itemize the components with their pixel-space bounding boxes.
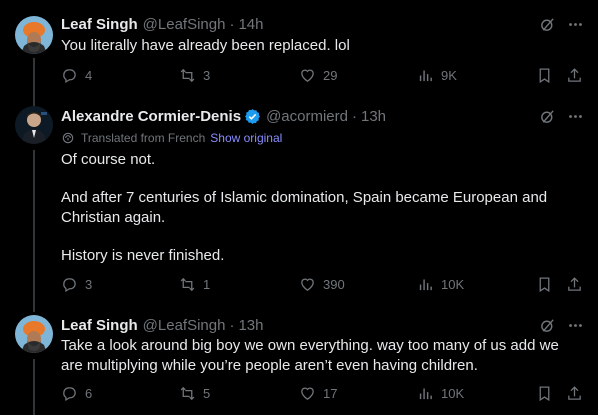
like-count: 17: [323, 386, 338, 401]
like-count: 29: [323, 68, 338, 83]
reply-count: 6: [85, 386, 93, 401]
separator-dot: ·: [351, 107, 357, 125]
bookmark-button[interactable]: [536, 67, 553, 84]
tweet-actions: 3 1 390 10K: [61, 276, 587, 296]
tweet-top-icons: [538, 316, 584, 334]
bookmark-icon: [539, 68, 550, 84]
heart-icon: [301, 387, 314, 400]
more-icon[interactable]: [566, 107, 584, 125]
author-name[interactable]: Alexandre Cormier-Denis: [61, 108, 241, 125]
heart-icon: [301, 278, 314, 291]
tweet-top-icons: [538, 107, 584, 125]
tweet-actions: 6 5 17 10K: [61, 385, 587, 405]
repost-icon: [180, 277, 195, 292]
views-count: 9K: [441, 68, 457, 83]
more-icon[interactable]: [566, 316, 584, 334]
author-handle[interactable]: @acormierd: [266, 108, 348, 125]
grok-icon[interactable]: [538, 107, 556, 125]
reply-button[interactable]: 3: [61, 276, 92, 293]
like-button[interactable]: 17: [299, 385, 337, 402]
grok-icon[interactable]: [538, 316, 556, 334]
like-button[interactable]: 29: [299, 67, 337, 84]
repost-count: 3: [203, 68, 211, 83]
repost-button[interactable]: 5: [179, 385, 210, 402]
avatar[interactable]: [15, 106, 53, 144]
share-button[interactable]: [566, 276, 583, 293]
author-handle[interactable]: @LeafSingh: [143, 317, 226, 334]
bookmark-button[interactable]: [536, 276, 553, 293]
tweet-top-icons: [538, 15, 584, 33]
analytics-icon: [419, 279, 432, 291]
timestamp[interactable]: 14h: [238, 16, 263, 33]
tweet[interactable]: Alexandre Cormier-Denis @acormierd · 13h…: [0, 106, 598, 306]
share-button[interactable]: [566, 385, 583, 402]
avatar[interactable]: [15, 315, 53, 353]
repost-count: 1: [203, 277, 211, 292]
bookmark-icon: [539, 386, 550, 402]
reply-icon: [63, 278, 76, 293]
tweet-text: Take a look around big boy we own everyt…: [61, 337, 563, 374]
repost-icon: [180, 68, 195, 83]
verified-badge-icon[interactable]: [244, 108, 261, 125]
like-button[interactable]: 390: [299, 276, 345, 293]
tweet-text: Of course not. And after 7 centuries of …: [61, 151, 548, 265]
repost-icon: [180, 386, 195, 401]
reply-count: 3: [85, 277, 93, 292]
views-button[interactable]: 9K: [417, 67, 457, 84]
separator-dot: ·: [229, 15, 235, 33]
timestamp[interactable]: 13h: [361, 108, 386, 125]
reply-count: 4: [85, 68, 93, 83]
share-button[interactable]: [566, 67, 583, 84]
grok-icon[interactable]: [538, 15, 556, 33]
analytics-icon: [419, 70, 432, 82]
author-name[interactable]: Leaf Singh: [61, 317, 138, 334]
author-name[interactable]: Leaf Singh: [61, 16, 138, 33]
tweet-header: Leaf Singh @LeafSingh · 14h: [61, 14, 264, 34]
share-icon: [568, 68, 581, 82]
tweet-actions: 4 3 29 9K: [61, 67, 587, 87]
share-icon: [568, 386, 581, 400]
repost-button[interactable]: 3: [179, 67, 210, 84]
avatar[interactable]: [15, 16, 53, 54]
heart-icon: [301, 69, 314, 82]
reply-icon: [63, 69, 76, 84]
separator-dot: ·: [229, 316, 235, 334]
analytics-icon: [419, 388, 432, 400]
views-button[interactable]: 10K: [417, 276, 464, 293]
globe-icon: [62, 132, 74, 144]
author-handle[interactable]: @LeafSingh: [143, 16, 226, 33]
like-count: 390: [323, 277, 345, 292]
translated-label: Translated from French: [81, 131, 206, 145]
tweet-header: Leaf Singh @LeafSingh · 13h: [61, 315, 264, 335]
reply-button[interactable]: 6: [61, 385, 92, 402]
reply-icon: [63, 387, 76, 402]
tweet-header: Alexandre Cormier-Denis @acormierd · 13h: [61, 106, 386, 126]
translation-notice: Translated from French Show original: [61, 131, 282, 145]
reply-button[interactable]: 4: [61, 67, 92, 84]
tweet[interactable]: Leaf Singh @LeafSingh · 13h Take a look …: [0, 315, 598, 415]
more-icon[interactable]: [566, 15, 584, 33]
views-count: 10K: [441, 277, 465, 292]
show-original-link[interactable]: Show original: [210, 131, 282, 145]
views-button[interactable]: 10K: [417, 385, 464, 402]
bookmark-button[interactable]: [536, 385, 553, 402]
tweet[interactable]: Leaf Singh @LeafSingh · 14h You literall…: [0, 14, 598, 94]
share-icon: [568, 277, 581, 291]
bookmark-icon: [539, 277, 550, 293]
tweet-text: You literally have already been replaced…: [61, 37, 350, 54]
repost-count: 5: [203, 386, 211, 401]
repost-button[interactable]: 1: [179, 276, 210, 293]
views-count: 10K: [441, 386, 465, 401]
timestamp[interactable]: 13h: [238, 317, 263, 334]
